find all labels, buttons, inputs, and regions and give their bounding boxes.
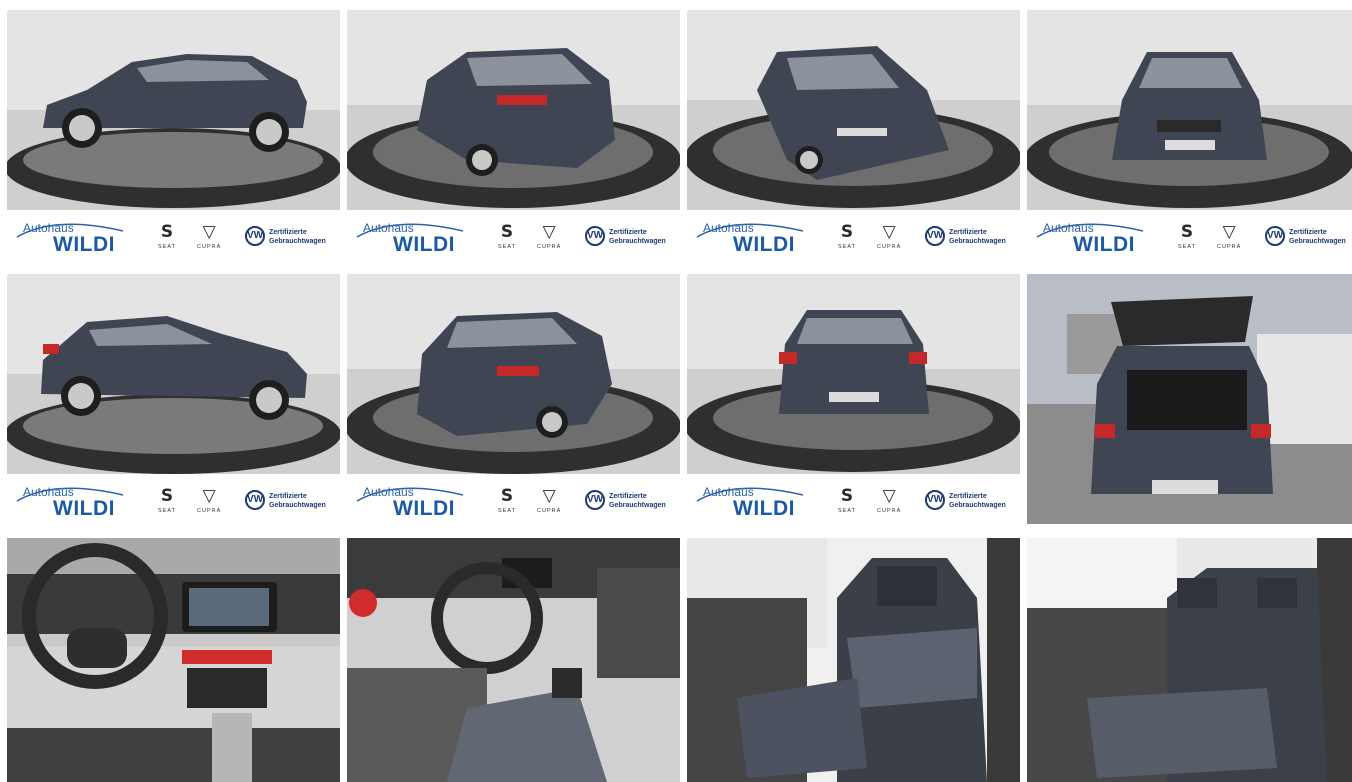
vw-icon: VW xyxy=(585,490,605,510)
vw-icon: VW xyxy=(925,490,945,510)
seat-logo: S SEAT xyxy=(158,486,176,515)
dealer-banner: Autohaus WILDI S SEAT ▽ CUPRA VW Zertifizi… xyxy=(687,474,1020,530)
car-front-quarter-photo xyxy=(687,10,1020,210)
cupra-icon: ▽ xyxy=(1222,222,1236,242)
seat-logo: S SEAT xyxy=(498,486,516,515)
certified-label: Zertifizierte Gebrauchtwagen xyxy=(949,493,1006,509)
seat-logo: S SEAT xyxy=(158,222,176,251)
seat-icon: S xyxy=(840,486,854,506)
photo-rear-seat[interactable] xyxy=(1027,538,1352,782)
dealer-name: WILDI xyxy=(393,497,455,520)
dealer-name: WILDI xyxy=(393,233,455,256)
driver-cockpit-photo xyxy=(347,538,680,782)
photo-front-seat[interactable] xyxy=(687,538,1020,782)
cupra-icon: ▽ xyxy=(882,222,896,242)
cupra-icon: ▽ xyxy=(542,222,556,242)
car-rear-quarter-photo xyxy=(347,10,680,210)
cupra-logo: ▽ CUPRA xyxy=(197,486,222,515)
cupra-logo: ▽ CUPRA xyxy=(877,222,902,251)
car-front-photo xyxy=(1027,10,1352,210)
rear-seat-photo xyxy=(1027,538,1352,782)
seat-icon: S xyxy=(840,222,854,242)
photo-rear-quarter-right[interactable]: Autohaus WILDI S SEAT ▽ CUPRA VW Zertifizi… xyxy=(347,274,680,530)
photo-side-left[interactable]: Autohaus WILDI S SEAT ▽ CUPRA VW Zertifizi… xyxy=(7,10,340,266)
photo-open-trunk[interactable] xyxy=(1027,274,1352,524)
certified-label: Zertifizierte Gebrauchtwagen xyxy=(269,229,326,245)
vw-icon: VW xyxy=(1265,226,1285,246)
certified-label: Zertifizierte Gebrauchtwagen xyxy=(269,493,326,509)
front-seat-photo xyxy=(687,538,1020,782)
cupra-logo: ▽ CUPRA xyxy=(537,222,562,251)
certified-label: Zertifizierte Gebrauchtwagen xyxy=(1289,229,1346,245)
seat-icon: S xyxy=(500,222,514,242)
dealer-name: WILDI xyxy=(733,233,795,256)
vw-icon: VW xyxy=(245,226,265,246)
cupra-icon: ▽ xyxy=(542,486,556,506)
photo-rear-quarter-left[interactable]: Autohaus WILDI S SEAT ▽ CUPRA VW Zertifizi… xyxy=(347,10,680,266)
certified-label: Zertifizierte Gebrauchtwagen xyxy=(949,229,1006,245)
car-open-trunk-photo xyxy=(1027,274,1352,524)
cupra-logo: ▽ CUPRA xyxy=(877,486,902,515)
photo-front-quarter-left[interactable]: Autohaus WILDI S SEAT ▽ CUPRA VW Zertifizi… xyxy=(687,10,1020,266)
dealer-banner: Autohaus WILDI S SEAT ▽ CUPRA VW Zertifizi… xyxy=(7,210,340,266)
cupra-icon: ▽ xyxy=(202,486,216,506)
vw-icon: VW xyxy=(245,490,265,510)
photo-rear[interactable]: Autohaus WILDI S SEAT ▽ CUPRA VW Zertifizi… xyxy=(687,274,1020,530)
photo-front[interactable]: Autohaus WILDI S SEAT ▽ CUPRA VW Zertifizi… xyxy=(1027,10,1352,266)
car-side-left-photo xyxy=(7,10,340,210)
seat-logo: S SEAT xyxy=(838,222,856,251)
certified-label: Zertifizierte Gebrauchtwagen xyxy=(609,229,666,245)
vw-icon: VW xyxy=(925,226,945,246)
dealer-banner: Autohaus WILDI S SEAT ▽ CUPRA VW Zertifizi… xyxy=(687,210,1020,266)
dashboard-photo xyxy=(7,538,340,782)
seat-logo: S SEAT xyxy=(838,486,856,515)
vw-icon: VW xyxy=(585,226,605,246)
certified-label: Zertifizierte Gebrauchtwagen xyxy=(609,493,666,509)
dealer-name: WILDI xyxy=(733,497,795,520)
seat-logo: S SEAT xyxy=(498,222,516,251)
car-rear-photo xyxy=(687,274,1020,474)
cupra-icon: ▽ xyxy=(202,222,216,242)
seat-icon: S xyxy=(160,486,174,506)
photo-gallery: Autohaus WILDI S SEAT ▽ CUPRA VW Zertifizi… xyxy=(7,10,1352,782)
seat-icon: S xyxy=(1180,222,1194,242)
dealer-banner: Autohaus WILDI S SEAT ▽ CUPRA VW Zertifizi… xyxy=(347,474,680,530)
dealer-banner: Autohaus WILDI S SEAT ▽ CUPRA VW Zertifizi… xyxy=(7,474,340,530)
photo-dashboard[interactable] xyxy=(7,538,340,782)
seat-logo: S SEAT xyxy=(1178,222,1196,251)
cupra-icon: ▽ xyxy=(882,486,896,506)
cupra-logo: ▽ CUPRA xyxy=(197,222,222,251)
car-rear-quarter-right-photo xyxy=(347,274,680,474)
photo-driver-cockpit[interactable] xyxy=(347,538,680,782)
dealer-name: WILDI xyxy=(53,233,115,256)
seat-icon: S xyxy=(500,486,514,506)
dealer-name: WILDI xyxy=(53,497,115,520)
dealer-banner: Autohaus WILDI S SEAT ▽ CUPRA VW Zertifizi… xyxy=(1027,210,1352,266)
cupra-logo: ▽ CUPRA xyxy=(537,486,562,515)
seat-icon: S xyxy=(160,222,174,242)
photo-side-right[interactable]: Autohaus WILDI S SEAT ▽ CUPRA VW Zertifizi… xyxy=(7,274,340,530)
dealer-banner: Autohaus WILDI S SEAT ▽ CUPRA VW Zertifizi… xyxy=(347,210,680,266)
car-side-right-photo xyxy=(7,274,340,474)
dealer-name: WILDI xyxy=(1073,233,1135,256)
cupra-logo: ▽ CUPRA xyxy=(1217,222,1242,251)
